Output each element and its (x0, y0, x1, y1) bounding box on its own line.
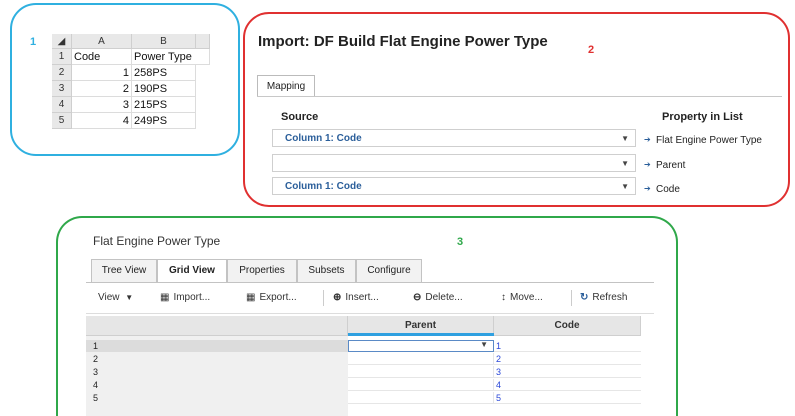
chevron-down-icon: ▼ (480, 340, 488, 349)
corner-header (86, 316, 348, 336)
cell-a2[interactable]: 1 (72, 65, 132, 81)
row-number[interactable]: 4 (52, 97, 72, 113)
arrow-right-icon: ➔ (644, 135, 651, 144)
refresh-button[interactable]: ↻ Refresh (580, 292, 627, 303)
toolbar-separator (571, 290, 572, 306)
move-button[interactable]: ↕ Move... (501, 292, 543, 303)
chevron-down-icon: ▼ (621, 134, 629, 143)
code-cell[interactable]: 2 (494, 353, 641, 365)
export-button[interactable]: ▦ Export... (246, 292, 297, 303)
chevron-down-icon: ▼ (621, 159, 629, 168)
move-label: Move... (510, 292, 543, 303)
row-number[interactable]: 3 (52, 81, 72, 97)
parent-cell[interactable] (348, 353, 494, 365)
property-header: Property in List (662, 111, 743, 123)
code-cell[interactable]: 4 (494, 379, 641, 391)
plus-circle-icon: ⊕ (333, 292, 342, 303)
gridview-title: Flat Engine Power Type (93, 234, 221, 248)
row-number[interactable]: 2 (52, 65, 72, 81)
tab-divider (257, 96, 782, 97)
delete-label: Delete... (425, 292, 463, 303)
row-number[interactable]: 1 (52, 49, 72, 65)
source-dropdown-value: Column 1: Code (285, 181, 362, 192)
row-header[interactable]: 5 (86, 392, 348, 404)
tab-grid-view[interactable]: Grid View (157, 259, 227, 283)
property-label: Code (656, 184, 680, 195)
view-menu-button[interactable]: View ▼ (98, 292, 133, 303)
import-label: Import... (173, 292, 211, 303)
parent-cell[interactable] (348, 366, 494, 378)
callout-number-1: 1 (30, 36, 37, 48)
column-selection-indicator (348, 333, 494, 336)
delete-button[interactable]: ⊖ Delete... (413, 292, 463, 303)
import-button[interactable]: ▦ Import... (160, 292, 210, 303)
source-dropdown-value: Column 1: Code (285, 133, 362, 144)
parent-cell[interactable] (348, 379, 494, 391)
tab-configure[interactable]: Configure (356, 259, 422, 282)
parent-cell-dropdown[interactable]: ▼ (348, 340, 494, 352)
tab-properties[interactable]: Properties (227, 259, 297, 282)
arrow-right-icon: ➔ (644, 184, 651, 193)
export-icon: ▦ (246, 292, 256, 303)
cell-b1[interactable]: Power Type (132, 49, 210, 65)
callout-number-3: 3 (457, 236, 464, 248)
column-header-a[interactable]: A (72, 34, 132, 49)
source-header: Source (281, 111, 319, 123)
column-header-b[interactable]: B (132, 34, 196, 49)
view-label: View (98, 292, 120, 303)
property-label: Flat Engine Power Type (656, 135, 762, 146)
select-all-corner[interactable]: ◢ (52, 34, 72, 49)
cell-b4[interactable]: 215PS (132, 97, 196, 113)
refresh-icon: ↻ (580, 292, 589, 303)
cell-a4[interactable]: 3 (72, 97, 132, 113)
import-icon: ▦ (160, 292, 170, 303)
minus-circle-icon: ⊖ (413, 292, 422, 303)
column-header-code[interactable]: Code (494, 316, 641, 336)
toolbar-separator (323, 290, 324, 306)
row-number[interactable]: 5 (52, 113, 72, 129)
tab-mapping[interactable]: Mapping (257, 75, 315, 97)
import-title: Import: DF Build Flat Engine Power Type (258, 33, 548, 50)
export-label: Export... (259, 292, 297, 303)
cell-b5[interactable]: 249PS (132, 113, 196, 129)
cell-a1[interactable]: Code (72, 49, 132, 65)
insert-button[interactable]: ⊕ Insert... (333, 292, 379, 303)
property-label: Parent (656, 160, 686, 171)
spreadsheet: ◢ A B 1 2 3 4 5 Code Power Type 1 258PS … (52, 34, 210, 146)
cell-b3[interactable]: 190PS (132, 81, 196, 97)
arrow-right-icon: ➔ (644, 160, 651, 169)
callout-number-2: 2 (588, 44, 595, 56)
parent-cell[interactable] (348, 392, 494, 404)
refresh-label: Refresh (592, 292, 628, 303)
cell-a3[interactable]: 2 (72, 81, 132, 97)
insert-label: Insert... (345, 292, 379, 303)
source-dropdown-2[interactable]: ▼ (272, 154, 636, 172)
cell-b2[interactable]: 258PS (132, 65, 196, 81)
code-cell[interactable]: 1 (494, 340, 641, 352)
chevron-down-icon: ▼ (125, 293, 134, 302)
source-dropdown-1[interactable]: Column 1: Code ▼ (272, 129, 636, 147)
code-cell[interactable]: 5 (494, 392, 641, 404)
row-header[interactable]: 3 (86, 366, 348, 378)
code-cell[interactable]: 3 (494, 366, 641, 378)
chevron-down-icon: ▼ (621, 182, 629, 191)
move-vertical-icon: ↕ (501, 292, 506, 303)
tab-tree-view[interactable]: Tree View (91, 259, 157, 282)
column-header-c[interactable] (196, 34, 210, 49)
source-dropdown-3[interactable]: Column 1: Code ▼ (272, 177, 636, 195)
tab-subsets[interactable]: Subsets (297, 259, 356, 282)
row-header[interactable]: 1 (86, 340, 348, 352)
row-header[interactable]: 4 (86, 379, 348, 391)
row-header[interactable]: 2 (86, 353, 348, 365)
cell-a5[interactable]: 4 (72, 113, 132, 129)
